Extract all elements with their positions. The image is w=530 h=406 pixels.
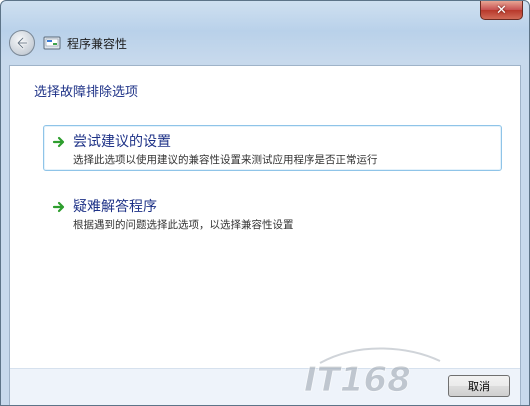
option-title: 尝试建议的设置 <box>73 134 171 150</box>
it168-watermark-logo: IT168 <box>304 347 441 400</box>
window-header: 程序兼容性 <box>9 27 521 59</box>
program-compatibility-window: ✕ 程序兼容性 选择故障排除选项 尝试建议的设置 选择此选项以使用建议的兼容性设… <box>0 0 530 406</box>
cancel-button[interactable]: 取消 <box>448 375 510 397</box>
content-panel: 选择故障排除选项 尝试建议的设置 选择此选项以使用建议的兼容性设置来测试应用程序… <box>9 65 521 405</box>
green-arrow-icon <box>52 136 65 148</box>
option-title: 疑难解答程序 <box>73 199 157 215</box>
program-compatibility-icon <box>43 36 61 50</box>
option-description: 选择此选项以使用建议的兼容性设置来测试应用程序是否正常运行 <box>73 154 378 166</box>
svg-text:IT168: IT168 <box>304 360 411 400</box>
option-try-recommended-settings[interactable]: 尝试建议的设置 选择此选项以使用建议的兼容性设置来测试应用程序是否正常运行 <box>43 125 502 171</box>
dialog-footer: IT168 取消 <box>10 347 520 405</box>
option-troubleshoot-program[interactable]: 疑难解答程序 根据遇到的问题选择此选项，以选择兼容性设置 <box>43 190 502 236</box>
page-heading: 选择故障排除选项 <box>34 85 139 100</box>
green-arrow-icon <box>52 201 65 213</box>
window-title: 程序兼容性 <box>67 36 128 51</box>
close-button[interactable]: ✕ <box>480 1 523 20</box>
close-icon: ✕ <box>496 2 507 18</box>
back-arrow-icon <box>16 36 29 50</box>
option-description: 根据遇到的问题选择此选项，以选择兼容性设置 <box>73 219 294 231</box>
back-button[interactable] <box>9 30 35 56</box>
